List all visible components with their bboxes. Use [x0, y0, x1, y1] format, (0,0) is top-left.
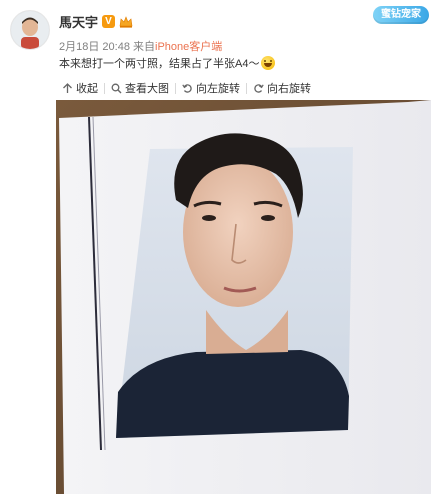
weibo-post: 馬天宇 V 蜜钻宠家 2月18日 20:48 来自iPhone客户端 本来想打一… [0, 0, 441, 494]
author-line: 馬天宇 V [59, 12, 133, 31]
left-eye [202, 215, 216, 221]
post-meta: 2月18日 20:48 来自iPhone客户端 [59, 38, 222, 54]
post-text: 本来想打一个两寸照，结果占了半张A4～ [59, 58, 260, 70]
view-large-label: 查看大图 [125, 83, 169, 95]
rotate-right-button[interactable]: 向右旋转 [247, 80, 317, 96]
view-large-button[interactable]: 查看大图 [105, 80, 175, 96]
rotate-right-label: 向右旋转 [267, 83, 311, 95]
verified-badge-icon: V [102, 15, 116, 28]
post-content: 本来想打一个两寸照，结果占了半张A4～ [59, 55, 276, 71]
rotate-right-icon [254, 83, 264, 93]
rotate-left-label: 向左旋转 [196, 83, 240, 95]
avatar-image [11, 11, 49, 49]
post-time[interactable]: 20:48 [102, 41, 130, 53]
vip-crown-icon [119, 15, 133, 28]
author-name[interactable]: 馬天宇 [59, 12, 98, 31]
rotate-left-icon [182, 83, 192, 93]
rotate-left-button[interactable]: 向左旋转 [176, 80, 246, 96]
magnifier-icon [111, 83, 122, 93]
member-badge[interactable]: 蜜钻宠家 [373, 6, 429, 24]
collapse-label: 收起 [76, 83, 98, 95]
post-source[interactable]: iPhone客户端 [155, 41, 222, 53]
right-eye [261, 215, 275, 221]
post-date[interactable]: 2月18日 [59, 41, 99, 53]
avatar[interactable] [10, 10, 50, 50]
post-photo[interactable] [56, 100, 431, 494]
photo-illustration [56, 100, 431, 494]
laugh-emoji-icon [261, 56, 276, 70]
collapse-button[interactable]: 收起 [56, 80, 104, 96]
arrow-up-icon [63, 82, 72, 93]
from-label: 来自 [133, 41, 156, 53]
image-toolbar: 收起 查看大图 向左旋转 向右旋转 [56, 78, 431, 98]
